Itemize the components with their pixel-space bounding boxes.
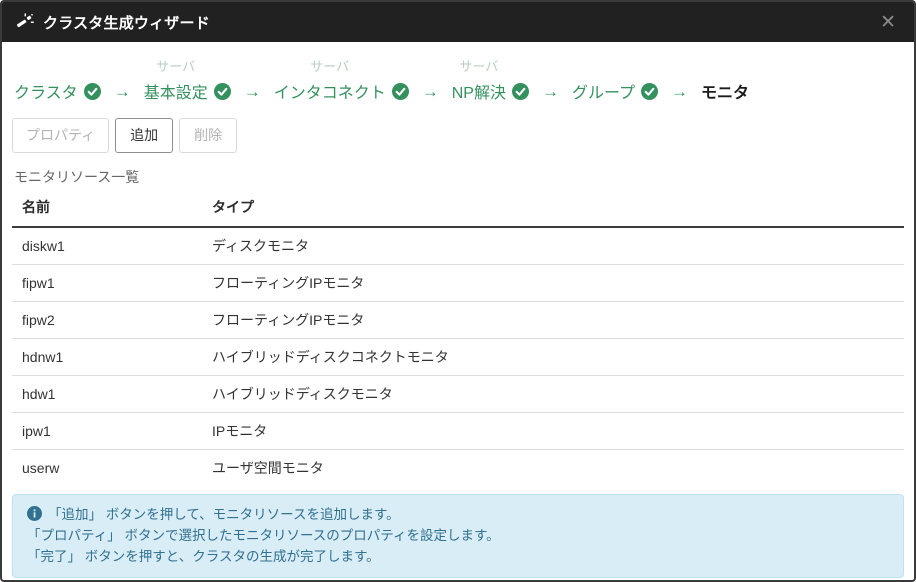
step-label: インタコネクト [273,85,386,102]
property-button: プロパティ [12,118,110,153]
dialog-footer: ◂戻る 完了 キャンセル [2,578,914,580]
wizard-step-1[interactable]: クラスタ [14,79,101,103]
resource-type-cell: ハイブリッドディスクコネクトモニタ [202,338,904,376]
monitor-resource-row[interactable]: hdnw1 ハイブリッドディスクコネクトモニタ [12,338,904,376]
arrow-right-icon: → [243,82,261,101]
step-group-label: サーバ [459,59,499,74]
info-box: 「追加」 ボタンを押して、モニタリソースを追加します。 「プロパティ」 ボタンで… [12,493,904,578]
close-icon[interactable]: ✕ [876,11,900,34]
info-line: 「プロパティ」 ボタンで選択したモニタリソースのプロパティを設定します。 [27,528,500,544]
resource-type-cell: IPモニタ [202,412,904,450]
resource-name-cell: fipw1 [12,264,202,302]
wizard-steps-breadcrumb: クラスタ → サーバ基本設定 → サーバインタコネクト → サーバ NP解決 → グループ → モニタ [2,42,914,111]
info-line: 「追加」 ボタンを押して、モニタリソースを追加します。 [27,504,889,525]
resource-name-cell: diskw1 [12,226,202,265]
wizard-step-5[interactable]: グループ [572,79,658,103]
resource-type-cell: ユーザ空間モニタ [212,459,324,476]
cluster-generation-wizard-dialog: クラスタ生成ウィザード ✕ クラスタ → サーバ基本設定 → サーバインタコネクト → サー… [0,0,916,582]
step-group-label: サーバ [310,59,350,74]
monitor-resource-row[interactable]: diskw1 ディスクモニタ [12,226,904,265]
column-header-name: 名前 [12,188,202,228]
resource-type-cell: ハイブリッドディスクモニタ [202,375,904,413]
step-group-label: サーバ [156,59,196,74]
magic-wand-icon [16,13,34,31]
resource-type-cell: ディスクモニタ [202,226,904,265]
monitor-resource-row[interactable]: fipw2 フローティングIPモニタ [12,301,904,339]
step-label: クラスタ [14,85,78,102]
step-label: 基本設定 [143,85,208,102]
resource-type-cell: フローティングIPモニタ [202,301,904,339]
monitor-resource-row[interactable]: ipw1 IPモニタ [12,412,904,450]
monitor-resource-table: 名前 タイプ diskw1 ディスクモニタ fipw1 フローティングIPモニタ fip… [12,188,904,486]
check-circle-icon [83,82,101,100]
resource-name-cell: ipw1 [12,412,202,450]
wizard-step-6: モニタ [701,79,749,103]
step-label: モニタ [701,85,750,102]
arrow-right-icon: → [113,82,131,101]
check-circle-icon [391,82,409,100]
dialog-titlebar: クラスタ生成ウィザード ✕ [2,2,914,42]
check-circle-icon [213,82,231,100]
monitor-resource-list-caption: モニタリソース一覧 [14,168,140,185]
wizard-step-4[interactable]: サーバ NP解決 [452,56,529,103]
resource-name-cell: hdw1 [12,375,202,413]
check-circle-icon [641,82,658,100]
column-header-type: タイプ [202,188,904,228]
step-label: NP解決 [451,85,506,102]
table-header-row: 名前 タイプ [12,188,904,228]
monitor-resource-row[interactable]: fipw1 フローティングIPモニタ [12,264,904,302]
info-text: 「追加」 ボタンを押して、モニタリソースを追加します。 [48,506,400,522]
arrow-right-icon: → [541,82,559,101]
resource-name-cell: fipw2 [12,301,202,339]
resource-type-cell: フローティングIPモニタ [202,264,904,302]
monitor-resource-row[interactable]: userw ユーザ空間モニタ [12,449,904,486]
resource-toolbar: プロパティ 追加 削除 [2,111,914,159]
wizard-step-3[interactable]: サーバインタコネクト [274,56,409,103]
resource-name-cell: userw [22,459,60,476]
remove-button: 削除 [179,118,238,153]
arrow-right-icon: → [421,82,439,101]
add-button[interactable]: 追加 [115,118,174,153]
dialog-title: クラスタ生成ウィザード [43,14,210,32]
step-label: グループ [571,85,635,102]
arrow-right-icon: → [671,82,688,101]
resource-name-cell: hdnw1 [12,338,202,376]
info-circle-icon [27,505,42,521]
info-line: 「完了」 ボタンを押すと、クラスタの生成が完了します。 [27,549,380,565]
monitor-resource-row[interactable]: hdw1 ハイブリッドディスクモニタ [12,375,904,413]
wizard-step-2[interactable]: サーバ 基本設定 [144,56,231,103]
check-circle-icon [511,82,529,100]
